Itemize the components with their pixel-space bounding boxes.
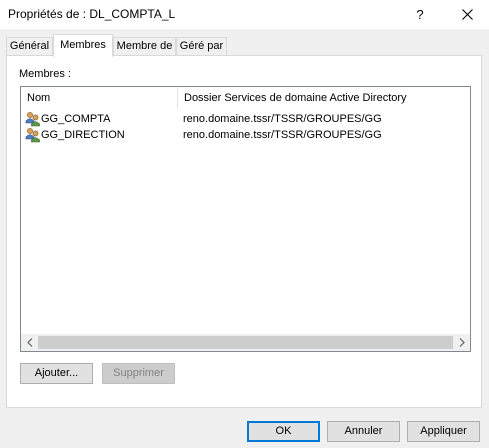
member-name: GG_COMPTA <box>41 113 111 125</box>
cancel-button[interactable]: Annuler <box>327 421 400 442</box>
scroll-right-button[interactable] <box>453 334 470 351</box>
list-item[interactable]: GG_DIRECTION reno.domaine.tssr/TSSR/GROU… <box>21 127 470 143</box>
column-header-folder[interactable]: Dossier Services de domaine Active Direc… <box>178 87 407 109</box>
tab-membres[interactable]: Membres <box>53 34 113 57</box>
help-button[interactable]: ? <box>398 0 442 29</box>
tab-membre-de[interactable]: Membre de <box>113 37 176 56</box>
close-button[interactable] <box>445 0 489 29</box>
scroll-thumb[interactable] <box>38 336 453 349</box>
members-list[interactable]: Nom Dossier Services de domaine Active D… <box>20 86 471 352</box>
tab-gere-par[interactable]: Géré par <box>176 37 227 56</box>
column-header-name[interactable]: Nom <box>21 87 50 109</box>
add-button[interactable]: Ajouter... <box>20 363 93 384</box>
group-icon <box>25 127 41 143</box>
members-panel: Membres : Nom Dossier Services de domain… <box>6 55 482 408</box>
chevron-right-icon <box>459 338 465 347</box>
close-icon <box>461 9 473 20</box>
group-icon <box>25 111 41 127</box>
tab-general[interactable]: Général <box>6 37 53 56</box>
scroll-left-button[interactable] <box>21 334 38 351</box>
member-name: GG_DIRECTION <box>41 129 125 141</box>
window-title: Propriétés de : DL_COMPTA_L <box>8 7 176 21</box>
remove-button[interactable]: Supprimer <box>102 363 175 384</box>
chevron-left-icon <box>26 338 32 347</box>
apply-button[interactable]: Appliquer <box>407 421 480 442</box>
ok-button[interactable]: OK <box>247 421 320 442</box>
member-folder: reno.domaine.tssr/TSSR/GROUPES/GG <box>183 129 382 141</box>
members-label: Membres : <box>19 68 71 80</box>
horizontal-scrollbar[interactable] <box>21 334 470 351</box>
member-folder: reno.domaine.tssr/TSSR/GROUPES/GG <box>183 113 382 125</box>
list-item[interactable]: GG_COMPTA reno.domaine.tssr/TSSR/GROUPES… <box>21 111 470 127</box>
title-bar: Propriétés de : DL_COMPTA_L ? <box>0 0 489 29</box>
list-header: Nom Dossier Services de domaine Active D… <box>21 87 470 109</box>
